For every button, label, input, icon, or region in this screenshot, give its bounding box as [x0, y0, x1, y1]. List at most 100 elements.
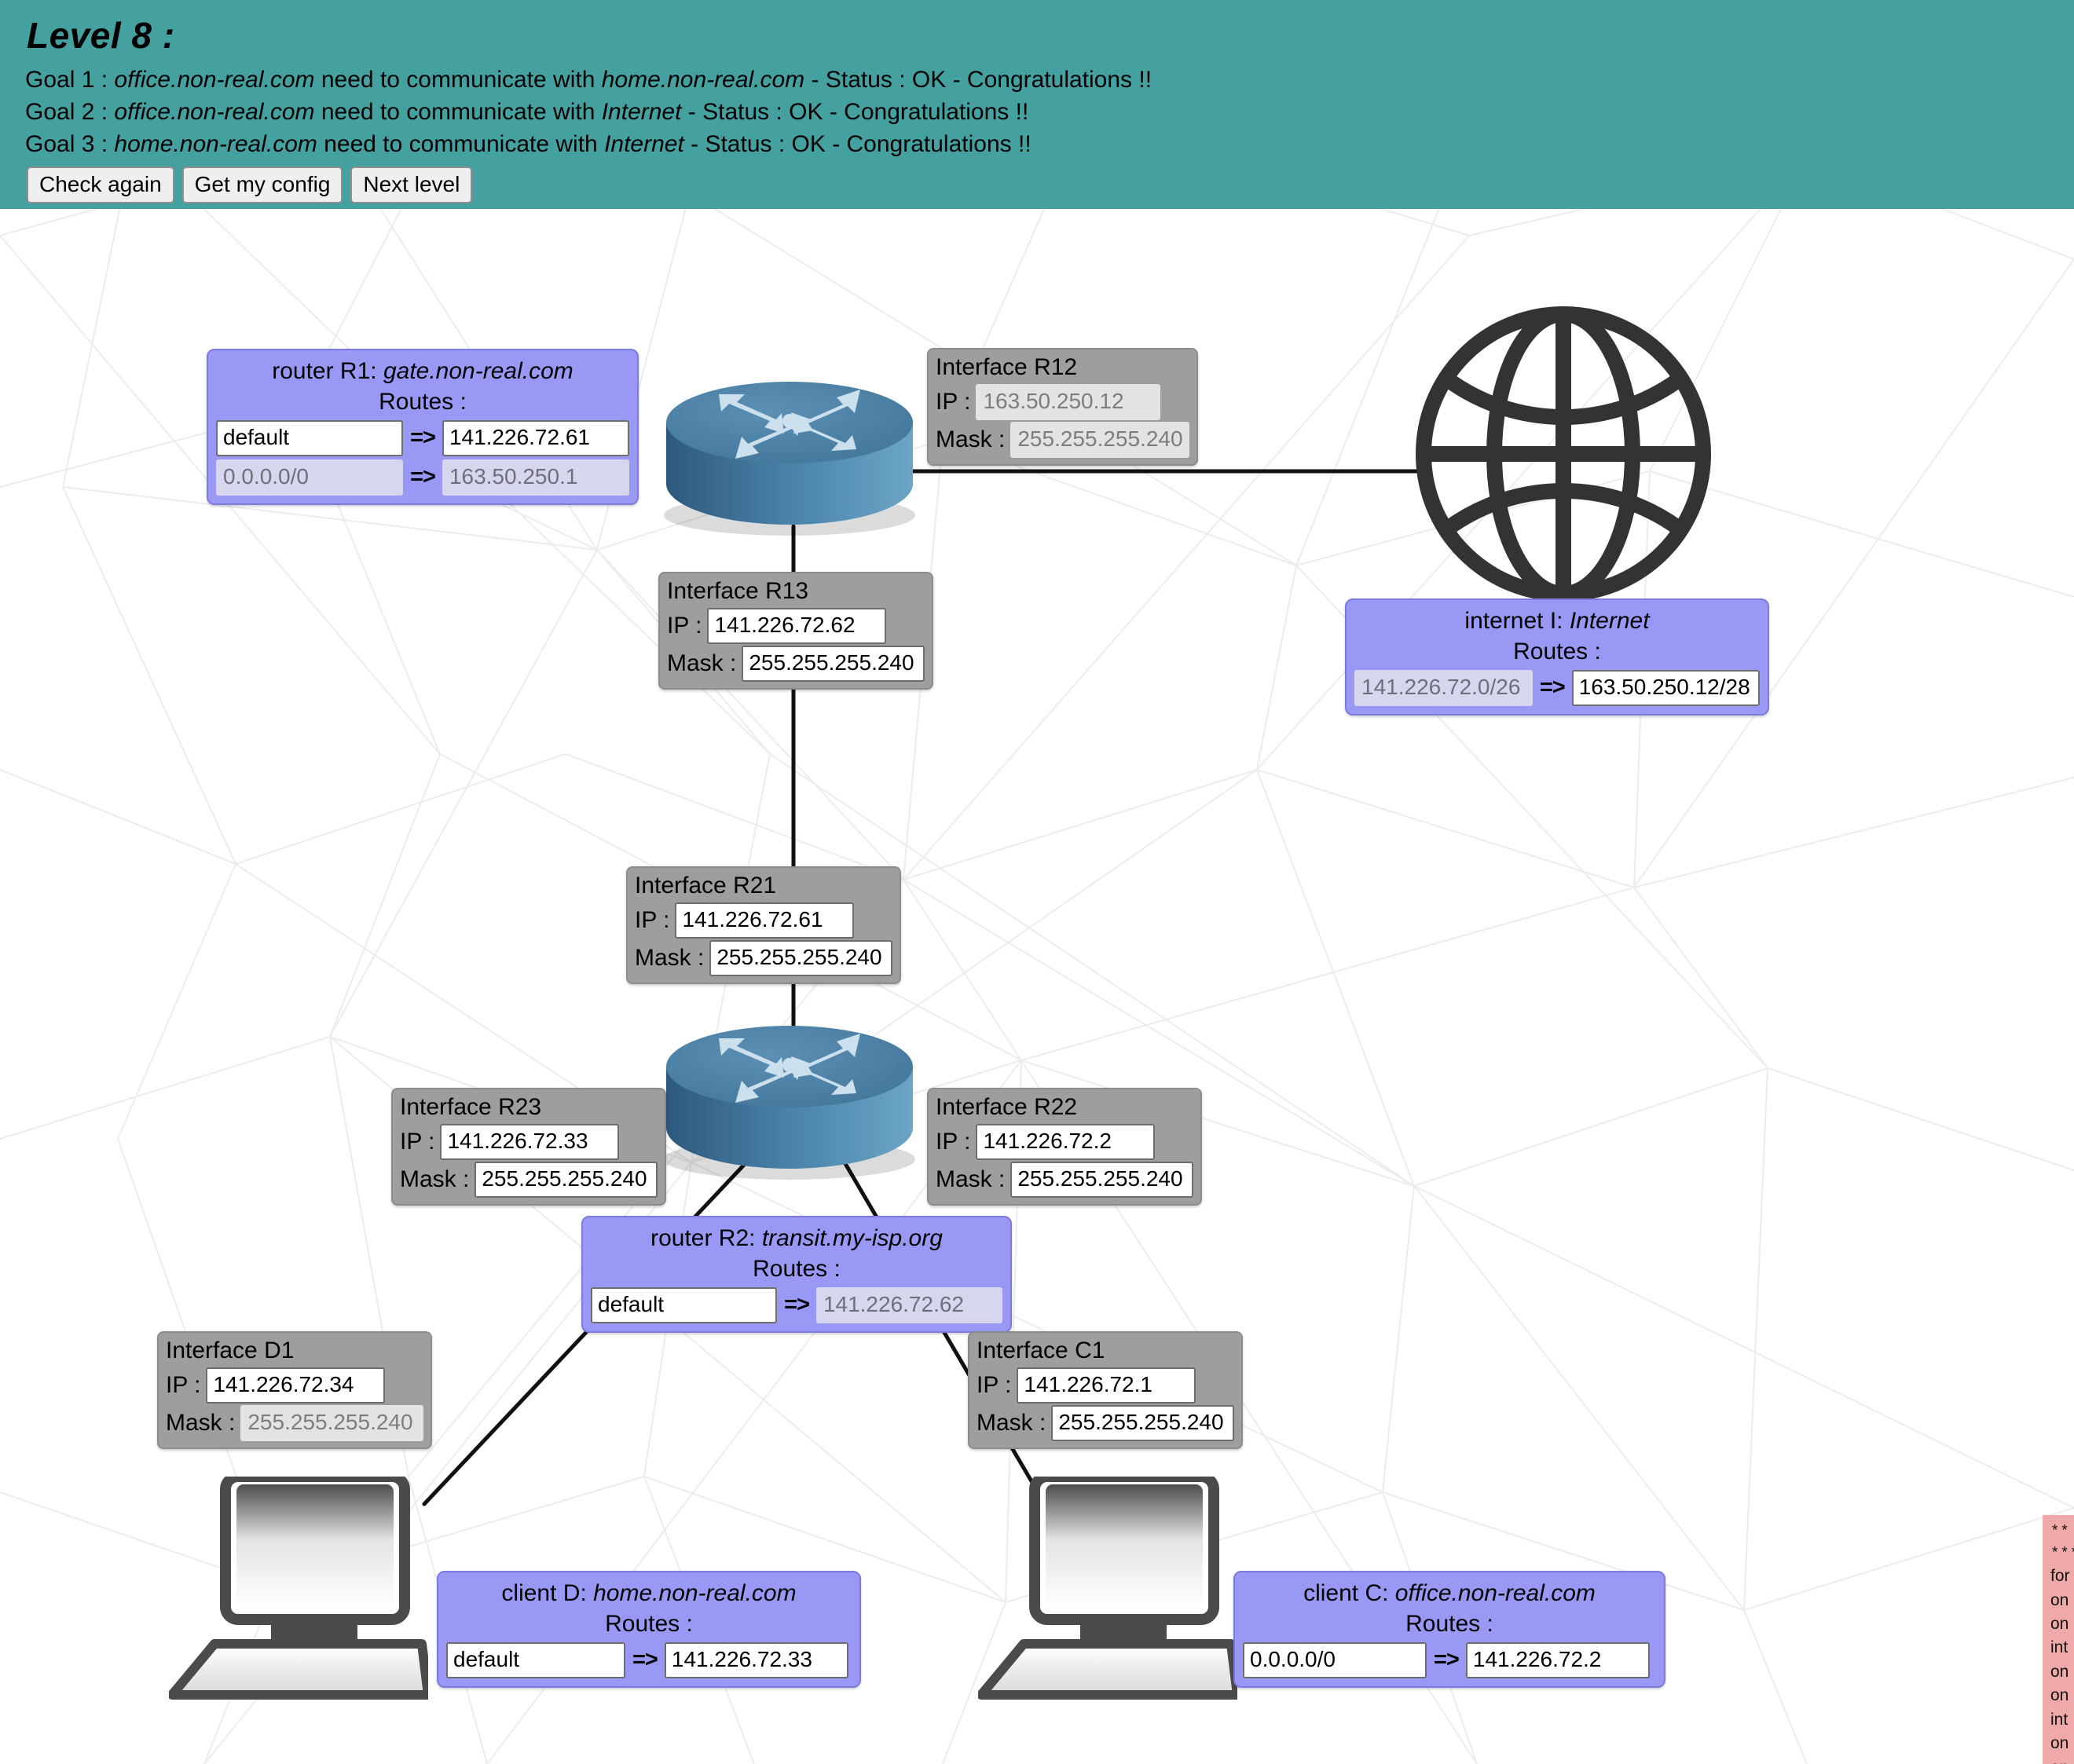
route-arrow-icon: =>: [1539, 675, 1566, 700]
globe-icon[interactable]: [1414, 305, 1713, 603]
router-r1-panel: router R1: gate.non-real.com Routes : de…: [207, 349, 639, 505]
route-arrow-icon: =>: [410, 464, 436, 489]
next-level-button[interactable]: Next level: [350, 166, 473, 203]
interface-r22-mask-label: Mask :: [936, 1166, 1006, 1192]
interface-c1-ip-row: IP : 141.226.72.1: [977, 1367, 1234, 1404]
interface-d1-mask-label: Mask :: [166, 1409, 236, 1436]
interface-r13-mask-label: Mask :: [667, 650, 737, 676]
interface-d1-box: Interface D1 IP : 141.226.72.34 Mask : 2…: [157, 1331, 432, 1449]
goal-3-middle: need to communicate with: [317, 130, 605, 157]
router-r1-routes-label: Routes :: [379, 388, 467, 415]
internet-route-row-0: 141.226.72.0/26 => 163.50.250.12/28: [1354, 669, 1760, 706]
router-r2-routes-label: Routes :: [753, 1255, 841, 1282]
interface-r21-mask-row: Mask : 255.255.255.240: [635, 939, 892, 976]
goal-2-prefix: Goal 2 :: [25, 98, 115, 125]
interface-r13-ip-input[interactable]: 141.226.72.62: [707, 607, 887, 644]
router-r2-route-row-0: default => 141.226.72.62: [591, 1286, 1002, 1323]
client-c-route-0-gateway-input[interactable]: 141.226.72.2: [1465, 1641, 1650, 1678]
internet-panel: internet I: Internet Routes : 141.226.72…: [1345, 598, 1769, 715]
goal-1-target: home.non-real.com: [601, 67, 805, 93]
interface-r21-mask-input[interactable]: 255.255.255.240: [709, 939, 892, 976]
interface-r21-ip-row: IP : 141.226.72.61: [635, 902, 892, 939]
goal-1-middle: need to communicate with: [314, 67, 602, 93]
interface-r21-ip-input[interactable]: 141.226.72.61: [675, 902, 855, 939]
interface-r13-mask-input[interactable]: 255.255.255.240: [742, 645, 925, 682]
client-d-route-0-dest-input[interactable]: default: [446, 1641, 625, 1678]
interface-r22-mask-input[interactable]: 255.255.255.240: [1010, 1161, 1193, 1198]
router-r2-route-0-dest-input[interactable]: default: [591, 1286, 778, 1323]
goal-line-3: Goal 3 : home.non-real.com need to commu…: [25, 129, 2054, 160]
router-r1-hostname: gate.non-real.com: [383, 358, 573, 384]
interface-r23-box: Interface R23 IP : 141.226.72.33 Mask : …: [391, 1088, 666, 1206]
interface-r12-mask-row: Mask : 255.255.255.240: [936, 421, 1189, 458]
router-r1-route-0-gateway-input[interactable]: 141.226.72.61: [442, 419, 629, 456]
client-c-title-prefix: client C:: [1303, 1580, 1395, 1606]
interface-r23-ip-row: IP : 141.226.72.33: [400, 1123, 658, 1160]
side-note-line-8: int: [2050, 1710, 2069, 1729]
interface-r22-title: Interface R22: [936, 1094, 1078, 1120]
side-note-line-0: **: [2050, 1523, 2070, 1540]
get-my-config-button[interactable]: Get my config: [181, 166, 343, 203]
route-arrow-icon: =>: [784, 1292, 810, 1317]
interface-r23-ip-label: IP :: [400, 1128, 435, 1155]
router-r1-route-0-dest-input[interactable]: default: [216, 419, 404, 456]
client-c-panel: client C: office.non-real.com Routes : 0…: [1233, 1571, 1665, 1688]
page-title: Level 8 :: [27, 15, 175, 56]
goal-3-status: - Status : OK - Congratulations !!: [683, 130, 1032, 157]
interface-r12-ip-input: 163.50.250.12: [976, 383, 1161, 420]
interface-r12-mask-input: 255.255.255.240: [1010, 421, 1189, 458]
interface-r12-ip-label: IP :: [936, 388, 971, 415]
internet-routes-label: Routes :: [1513, 638, 1601, 664]
interface-c1-mask-label: Mask :: [977, 1409, 1046, 1436]
interface-r13-ip-label: IP :: [667, 612, 702, 639]
interface-r12-mask-label: Mask :: [936, 426, 1006, 452]
interface-c1-ip-label: IP :: [977, 1371, 1012, 1398]
interface-d1-mask-row: Mask : 255.255.255.240: [166, 1404, 423, 1441]
goal-1-source: office.non-real.com: [114, 67, 315, 93]
interface-d1-mask-input: 255.255.255.240: [240, 1404, 423, 1441]
internet-title-prefix: internet I:: [1464, 608, 1570, 634]
goal-1-status: - Status : OK - Congratulations !!: [804, 67, 1152, 93]
computer-d-icon[interactable]: [169, 1477, 428, 1728]
header-button-group: Check again Get my config Next level: [27, 166, 2054, 203]
router-r2-route-0-gateway-input: 141.226.72.62: [815, 1286, 1002, 1323]
interface-r22-ip-label: IP :: [936, 1128, 971, 1155]
client-c-title: client C: office.non-real.com: [1243, 1579, 1656, 1608]
interface-d1-title: Interface D1: [166, 1338, 295, 1363]
router-r1-route-row-1: 0.0.0.0/0 => 163.50.250.1: [216, 459, 629, 496]
interface-r22-ip-input[interactable]: 141.226.72.2: [976, 1123, 1156, 1160]
interface-c1-mask-input[interactable]: 255.255.255.240: [1051, 1404, 1234, 1441]
level-header-banner: Level 8 : Goal 1 : office.non-real.com n…: [0, 0, 2074, 209]
router-r1-title: router R1: gate.non-real.com: [216, 357, 629, 386]
goal-line-2: Goal 2 : office.non-real.com need to com…: [25, 97, 2054, 128]
interface-r21-ip-label: IP :: [635, 906, 670, 933]
interface-r23-ip-input[interactable]: 141.226.72.33: [440, 1123, 620, 1160]
computer-c-icon[interactable]: [978, 1477, 1237, 1728]
side-note-line-6: on: [2050, 1662, 2069, 1681]
side-note-line-4: on: [2050, 1614, 2069, 1633]
router-r2-hostname: transit.my-isp.org: [761, 1225, 943, 1251]
internet-route-0-gateway-input[interactable]: 163.50.250.12/28: [1571, 669, 1760, 706]
goal-line-1: Goal 1 : office.non-real.com need to com…: [25, 64, 2054, 96]
interface-c1-ip-input[interactable]: 141.226.72.1: [1017, 1367, 1196, 1404]
client-d-title-prefix: client D:: [501, 1580, 594, 1606]
interface-r23-mask-label: Mask :: [400, 1166, 470, 1192]
goal-3-prefix: Goal 3 :: [25, 130, 115, 157]
check-again-button[interactable]: Check again: [27, 166, 174, 203]
interface-r21-box: Interface R21 IP : 141.226.72.61 Mask : …: [626, 866, 901, 984]
client-c-route-0-dest-input[interactable]: 0.0.0.0/0: [1243, 1641, 1427, 1678]
router-r1-route-1-dest-input: 0.0.0.0/0: [216, 459, 404, 496]
interface-r12-title: Interface R12: [936, 354, 1078, 380]
goal-2-target: Internet: [601, 98, 682, 125]
goal-2-source: office.non-real.com: [114, 98, 315, 125]
router-r1-route-row-0: default => 141.226.72.61: [216, 419, 629, 456]
internet-route-0-dest-input: 141.226.72.0/26: [1354, 669, 1533, 706]
interface-r23-mask-input[interactable]: 255.255.255.240: [475, 1161, 658, 1198]
client-c-route-row-0: 0.0.0.0/0 => 141.226.72.2: [1243, 1641, 1656, 1678]
client-d-route-0-gateway-input[interactable]: 141.226.72.33: [664, 1641, 848, 1678]
interface-r21-mask-label: Mask :: [635, 944, 705, 971]
router-r2-icon[interactable]: [660, 1005, 919, 1186]
interface-d1-ip-input[interactable]: 141.226.72.34: [206, 1367, 386, 1404]
interface-r12-ip-row: IP : 163.50.250.12: [936, 383, 1189, 420]
router-r1-icon[interactable]: [660, 361, 919, 542]
